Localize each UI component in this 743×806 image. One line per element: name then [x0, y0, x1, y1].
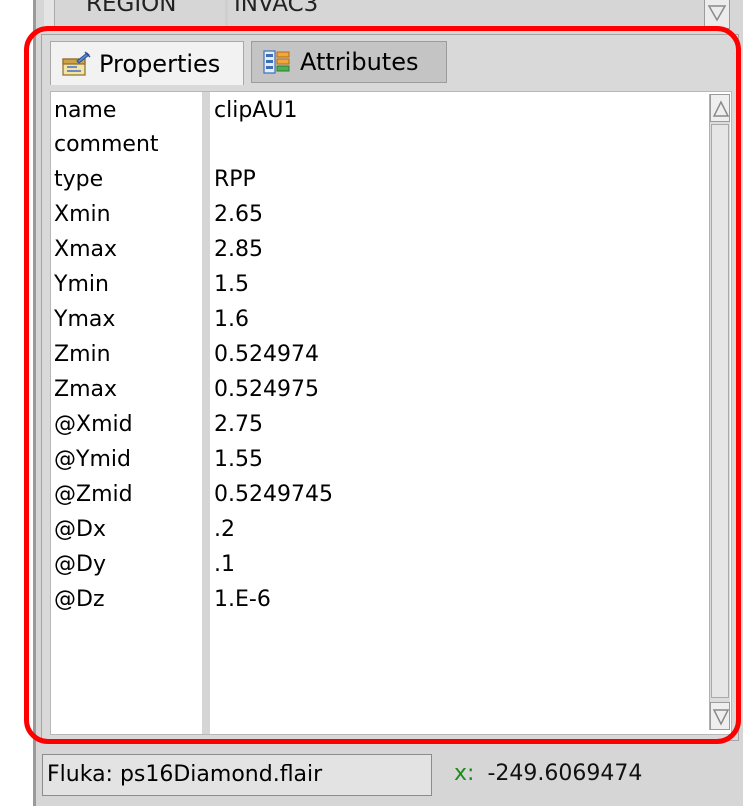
property-row-ymid[interactable]: @Ymid 1.55 — [51, 443, 701, 477]
property-key: @Zmid — [54, 482, 133, 507]
property-value[interactable]: RPP — [214, 163, 256, 197]
property-value[interactable]: 1.E-6 — [214, 583, 271, 617]
scroll-up-button[interactable] — [710, 94, 730, 122]
property-key: Zmax — [54, 377, 118, 402]
properties-grid: name clipAU1 comment type RPP Xmin 2.65 … — [50, 91, 732, 735]
property-value[interactable]: 1.6 — [214, 303, 249, 337]
property-row-comment[interactable]: comment — [51, 128, 701, 162]
window-left-border — [33, 0, 36, 806]
top-row-gutter — [44, 0, 55, 30]
top-row-value: INVAC3 — [234, 0, 319, 17]
property-row-zmid[interactable]: @Zmid 0.5249745 — [51, 478, 701, 512]
status-filename: Fluka: ps16Diamond.flair — [42, 754, 432, 796]
top-row-key: REGION — [86, 0, 177, 17]
property-value[interactable]: clipAU1 — [214, 94, 297, 128]
property-row-name[interactable]: name clipAU1 — [51, 94, 701, 128]
scroll-down-arrow-icon — [707, 5, 727, 22]
property-value[interactable]: 2.85 — [214, 233, 263, 267]
property-row-xmax[interactable]: Xmax 2.85 — [51, 233, 701, 267]
scroll-down-button[interactable] — [710, 702, 730, 730]
property-value[interactable]: 0.5249745 — [214, 478, 333, 512]
property-row-xmin[interactable]: Xmin 2.65 — [51, 198, 701, 232]
property-key: @Dx — [54, 517, 106, 542]
attributes-icon — [262, 49, 292, 75]
tab-attributes[interactable]: Attributes — [251, 41, 447, 83]
property-row-dy[interactable]: @Dy .1 — [51, 548, 701, 582]
property-key: comment — [54, 132, 159, 157]
property-row-dx[interactable]: @Dx .2 — [51, 513, 701, 547]
property-key: name — [54, 98, 117, 123]
coordinate-label: x: — [454, 761, 475, 786]
scroll-down-arrow-icon — [712, 709, 730, 726]
scrollbar-thumb[interactable] — [711, 124, 729, 698]
property-key: type — [54, 167, 104, 192]
status-bar: Fluka: ps16Diamond.flair x: -249.6069474 — [36, 752, 743, 806]
property-row-zmin[interactable]: Zmin 0.524974 — [51, 338, 701, 372]
property-value[interactable]: .1 — [214, 548, 235, 582]
property-key: @Ymid — [54, 447, 131, 472]
tab-properties-label: Properties — [99, 49, 221, 78]
properties-panel: Properties Attributes name clipAU1 comme… — [41, 34, 739, 741]
property-key: @Dy — [54, 552, 106, 577]
property-row-dz[interactable]: @Dz 1.E-6 — [51, 583, 701, 617]
vertical-scrollbar[interactable] — [709, 94, 730, 730]
property-key: Xmax — [54, 237, 118, 262]
property-value[interactable]: 2.65 — [214, 198, 263, 232]
property-row-xmid[interactable]: @Xmid 2.75 — [51, 408, 701, 442]
tab-properties[interactable]: Properties — [50, 41, 244, 85]
property-value[interactable]: .2 — [214, 513, 235, 547]
property-key: Ymin — [54, 272, 109, 297]
property-key: @Xmid — [54, 412, 133, 437]
status-coordinate: x: -249.6069474 — [454, 754, 642, 796]
property-row-ymin[interactable]: Ymin 1.5 — [51, 268, 701, 302]
property-row-type[interactable]: type RPP — [51, 163, 701, 197]
property-value[interactable]: 0.524974 — [214, 338, 319, 372]
property-value[interactable]: 2.75 — [214, 408, 263, 442]
property-key: Zmin — [54, 342, 111, 367]
top-row-divider — [225, 0, 228, 30]
property-row-ymax[interactable]: Ymax 1.6 — [51, 303, 701, 337]
tab-attributes-label: Attributes — [300, 48, 419, 76]
property-key: @Dz — [54, 587, 105, 612]
property-value[interactable]: 1.5 — [214, 268, 249, 302]
property-key: Ymax — [54, 307, 116, 332]
property-row-zmax[interactable]: Zmax 0.524975 — [51, 373, 701, 407]
top-partial-row: REGION INVAC3 — [36, 0, 743, 30]
property-value[interactable]: 1.55 — [214, 443, 263, 477]
property-key: Xmin — [54, 202, 111, 227]
properties-icon — [61, 51, 91, 77]
coordinate-value: -249.6069474 — [487, 761, 643, 786]
top-scroll-down-button[interactable] — [704, 0, 730, 29]
property-value[interactable]: 0.524975 — [214, 373, 319, 407]
scroll-up-arrow-icon — [712, 100, 730, 117]
